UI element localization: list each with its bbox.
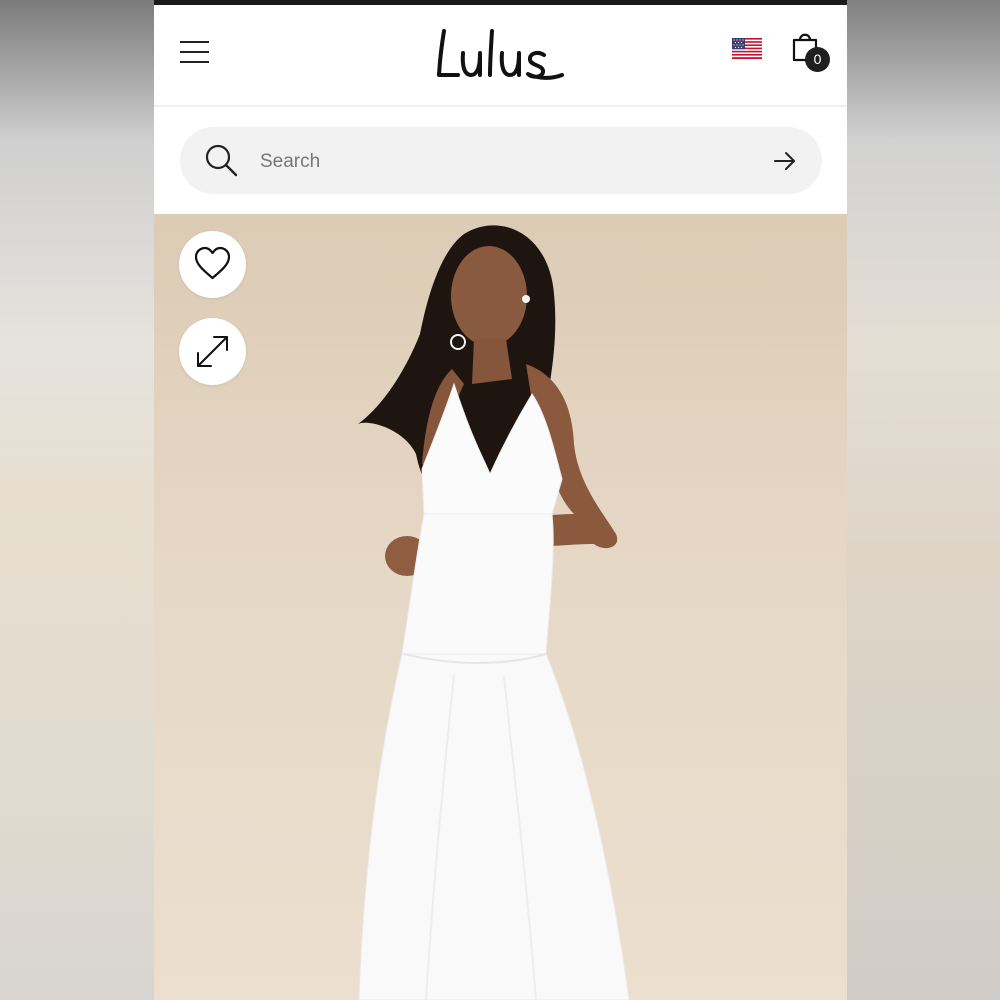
backdrop-left — [0, 0, 154, 1000]
site-header: 0 — [154, 5, 847, 107]
us-flag-icon[interactable] — [732, 38, 762, 59]
magnifier-icon[interactable] — [203, 142, 239, 178]
mobile-page: 0 — [154, 0, 847, 1000]
search-input[interactable] — [258, 146, 742, 178]
hamburger-menu-icon[interactable] — [180, 41, 210, 65]
expand-arrows-icon — [197, 336, 228, 367]
arrow-right-icon[interactable] — [772, 149, 798, 173]
cart-count-badge: 0 — [805, 47, 830, 72]
favorite-button[interactable] — [179, 231, 246, 298]
search-bar — [180, 127, 822, 194]
lulus-logo[interactable] — [434, 23, 569, 85]
backdrop-right — [847, 0, 1000, 1000]
search-bar-container — [154, 107, 847, 214]
product-image[interactable] — [154, 214, 847, 1000]
model-in-white-dress-photo — [358, 225, 630, 1000]
shopping-bag-button[interactable]: 0 — [790, 29, 832, 73]
expand-image-button[interactable] — [179, 318, 246, 385]
heart-outline-icon — [194, 246, 231, 280]
